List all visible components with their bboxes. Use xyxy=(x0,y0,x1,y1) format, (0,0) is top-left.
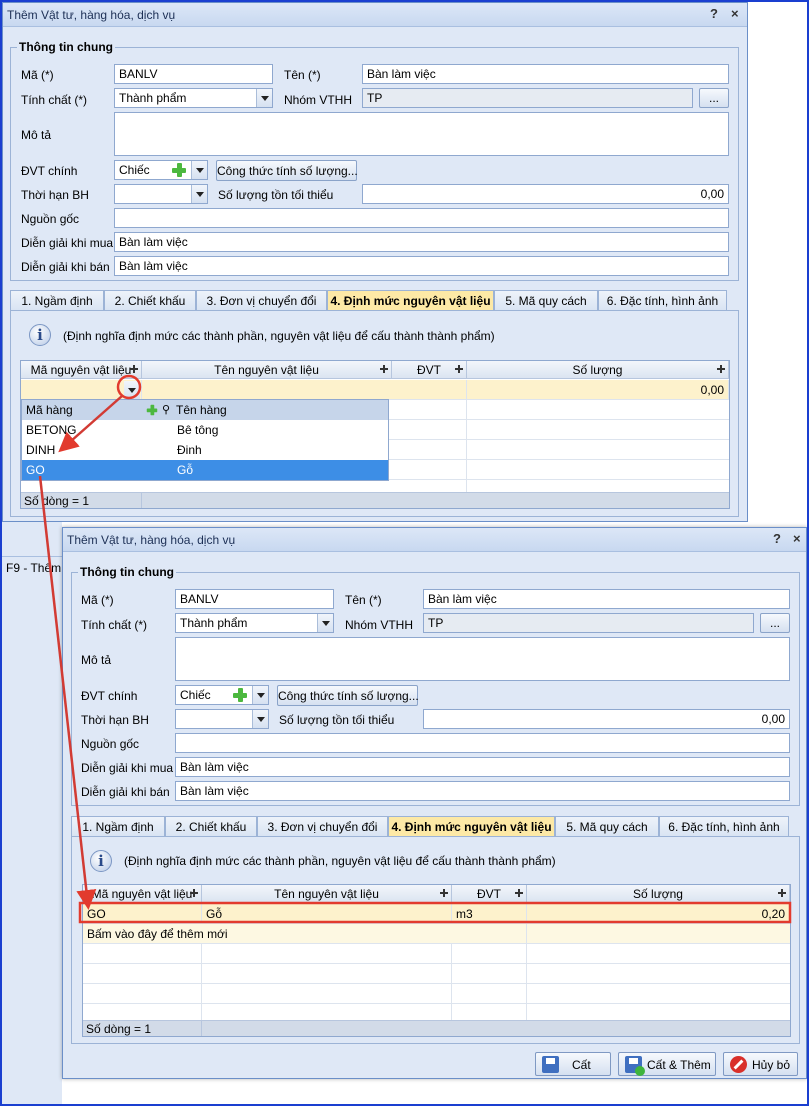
highlight-rectangle xyxy=(78,901,792,924)
highlight-circle xyxy=(116,374,142,400)
annotation-overlay xyxy=(38,374,792,924)
annotation-arrow xyxy=(38,475,97,910)
annotation-arrow xyxy=(58,395,123,453)
